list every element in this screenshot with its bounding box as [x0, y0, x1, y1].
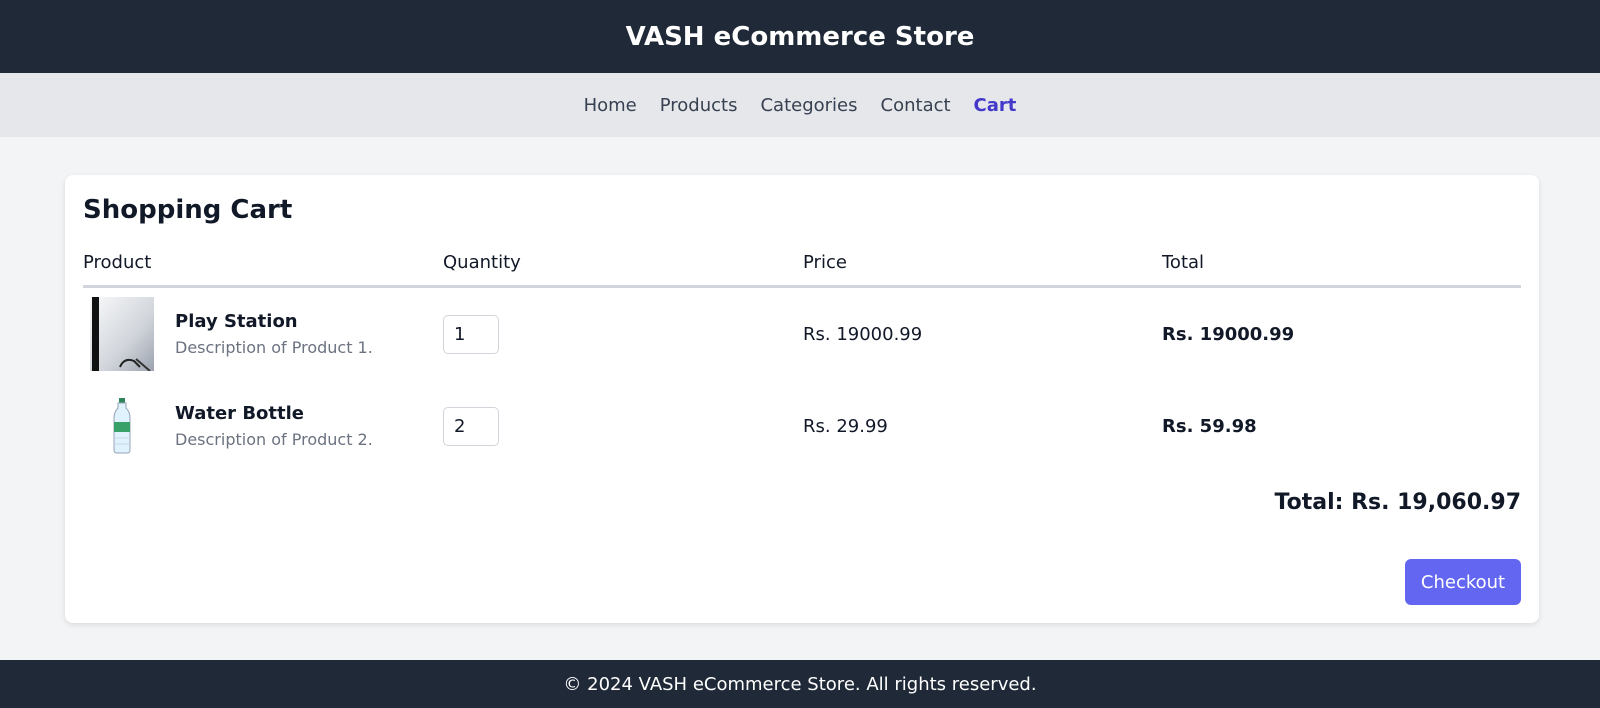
product-description: Description of Product 1. [175, 338, 373, 357]
col-total: Total [1162, 251, 1205, 273]
quantity-cell [443, 406, 803, 446]
cart-title: Shopping Cart [83, 195, 293, 225]
water-bottle-image [89, 389, 155, 463]
cart-card: Shopping Cart Product Quantity Price Tot… [65, 175, 1539, 623]
line-total: Rs. 19000.99 [1162, 323, 1295, 345]
footer-text: © 2024 VASH eCommerce Store. All rights … [563, 673, 1037, 695]
nav-home[interactable]: Home [584, 95, 637, 116]
nav-products[interactable]: Products [660, 95, 738, 116]
quantity-input[interactable] [443, 314, 499, 354]
price-cell: Rs. 19000.99 [803, 323, 923, 345]
col-price: Price [803, 251, 847, 273]
nav-contact[interactable]: Contact [881, 95, 951, 116]
product-name: Play Station [175, 311, 298, 332]
playstation-image [89, 297, 155, 371]
nav-categories[interactable]: Categories [760, 95, 857, 116]
nav-cart[interactable]: Cart [974, 95, 1017, 116]
checkout-button[interactable]: Checkout [1405, 559, 1521, 605]
cart-row: Play Station Description of Product 1. R… [83, 288, 1521, 380]
col-quantity: Quantity [443, 251, 521, 273]
line-total: Rs. 59.98 [1162, 415, 1257, 437]
product-name: Water Bottle [175, 403, 304, 424]
site-header: VASH eCommerce Store [0, 0, 1600, 73]
product-cell: Water Bottle Description of Product 2. [83, 389, 443, 463]
grand-total: Total: Rs. 19,060.97 [1274, 490, 1521, 515]
quantity-cell [443, 314, 803, 354]
site-title: VASH eCommerce Store [625, 21, 975, 52]
price-cell: Rs. 29.99 [803, 415, 888, 437]
product-description: Description of Product 2. [175, 430, 373, 449]
main-nav: Home Products Categories Contact Cart [0, 73, 1600, 137]
cart-table-header: Product Quantity Price Total [83, 239, 1521, 288]
site-footer: © 2024 VASH eCommerce Store. All rights … [0, 660, 1600, 708]
col-product: Product [83, 251, 152, 273]
product-cell: Play Station Description of Product 1. [83, 297, 443, 371]
cart-row: Water Bottle Description of Product 2. R… [83, 380, 1521, 472]
quantity-input[interactable] [443, 406, 499, 446]
